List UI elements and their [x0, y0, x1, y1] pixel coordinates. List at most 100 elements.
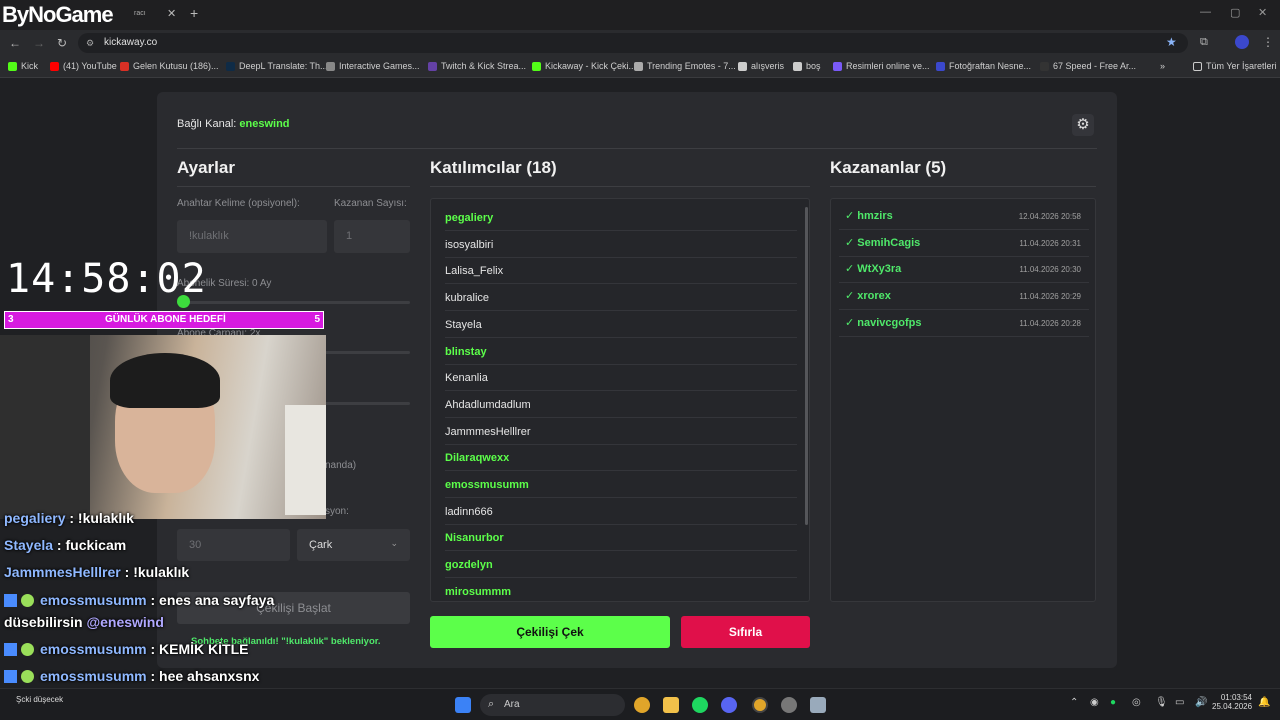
- bookmark-label: Twitch & Kick Strea...: [441, 61, 527, 71]
- file-explorer-icon[interactable]: [663, 697, 679, 713]
- winner-row: ✓ navivcgofps 11.04.2026 20:28: [839, 310, 1089, 337]
- channel-label: Bağlı Kanal:: [177, 118, 237, 130]
- chat-message: emossmusumm : KEMİK KİTLE: [4, 641, 248, 657]
- chrome-active-icon[interactable]: [752, 697, 768, 713]
- chat-username: emossmusumm: [40, 668, 147, 684]
- bookmark-item[interactable]: Resimleri online ve...: [833, 61, 930, 71]
- reset-button[interactable]: Sıfırla: [681, 616, 810, 648]
- sub-badge-icon: [21, 594, 34, 607]
- verified-badge-icon: [4, 670, 17, 683]
- bookmark-icon: [1040, 61, 1049, 71]
- participant-row: kubralice: [445, 285, 797, 312]
- start-icon[interactable]: [455, 697, 471, 713]
- bookmark-item[interactable]: Trending Emotes - 7...: [634, 61, 736, 71]
- tray-steam-icon[interactable]: ◎: [1132, 697, 1141, 708]
- bookmark-item[interactable]: 67 Speed - Free Ar...: [1040, 61, 1136, 71]
- discord-icon[interactable]: [721, 697, 737, 713]
- microphone-icon[interactable]: 🎙: [1155, 697, 1168, 708]
- maximize-icon[interactable]: ▢: [1230, 6, 1240, 19]
- tray-spotify-icon[interactable]: ●: [1110, 697, 1116, 708]
- profile-avatar[interactable]: [1235, 35, 1249, 49]
- background-door: [285, 405, 326, 515]
- new-tab-icon[interactable]: +: [190, 5, 198, 21]
- bookmark-item[interactable]: Interactive Games...: [326, 61, 420, 71]
- winner-row: ✓ SemihCagis 11.04.2026 20:31: [839, 230, 1089, 257]
- bookmark-label: Trending Emotes - 7...: [647, 61, 736, 71]
- chat-username: pegaliery: [4, 510, 66, 526]
- back-icon[interactable]: ←: [9, 36, 21, 50]
- animation-label: syon:: [325, 506, 349, 517]
- draw-giveaway-button[interactable]: Çekilişi Çek: [430, 616, 670, 648]
- obs-icon[interactable]: [781, 697, 797, 713]
- close-tab-icon[interactable]: ✕: [167, 7, 176, 20]
- participants-list[interactable]: pegaliery isosyalbiri Lalisa_Felix kubralic…: [430, 198, 810, 602]
- chrome-icon[interactable]: [634, 697, 650, 713]
- chat-message: düsebilirsin @eneswind: [4, 614, 164, 630]
- winners-divider: [830, 186, 1096, 187]
- mode-select[interactable]: Çark ⌄: [297, 529, 410, 561]
- settings-gear-icon[interactable]: ⚙: [1072, 114, 1094, 136]
- menu-icon[interactable]: ⋮: [1262, 35, 1274, 49]
- bookmark-item[interactable]: Twitch & Kick Strea...: [428, 61, 526, 71]
- participant-row: Ahdadlumdadlum: [445, 392, 797, 418]
- bookmark-label: Resimleri online ve...: [846, 61, 930, 71]
- bookmark-item[interactable]: Kickaway - Kick Çeki...: [532, 61, 636, 71]
- site-info-icon[interactable]: ⚙: [86, 38, 94, 49]
- duration-input[interactable]: 30: [177, 529, 290, 561]
- chat-message: emossmusumm : enes ana sayfaya: [4, 592, 274, 608]
- chat-message: JammmesHelllrer : !kulaklık: [4, 564, 189, 580]
- bookmark-item[interactable]: (41) YouTube: [50, 61, 117, 71]
- bookmark-label: Fotoğraftan Nesne...: [949, 61, 1032, 71]
- chevron-down-icon: ⌄: [390, 538, 398, 548]
- chat-username: emossmusumm: [40, 641, 147, 657]
- volume-icon[interactable]: 🔊: [1195, 697, 1207, 708]
- participant-row: mirosummm: [445, 579, 797, 601]
- bookmarks-bar: Kick (41) YouTube Gelen Kutusu (186)... Dee…: [0, 56, 1280, 78]
- bookmark-item[interactable]: Gelen Kutusu (186)...: [120, 61, 219, 71]
- tab-title[interactable]: racı: [134, 10, 146, 17]
- keyword-input[interactable]: !kulaklık: [177, 220, 327, 253]
- url-field[interactable]: [78, 33, 1188, 53]
- webcam-feed: [0, 335, 326, 519]
- taskbar-clock[interactable]: 01:03:54 25.04.2026: [1212, 693, 1252, 711]
- winner-date: 11.04.2026 20:31: [1019, 238, 1081, 248]
- bookmark-icon: [738, 61, 747, 71]
- bookmark-item[interactable]: boş: [793, 61, 821, 71]
- notification-bell-icon[interactable]: 🔔: [1258, 697, 1270, 708]
- stream-clock: 14:58:02: [6, 256, 207, 302]
- participants-scrollbar[interactable]: [805, 207, 808, 525]
- winner-row: ✓ WtXy3ra 11.04.2026 20:30: [839, 256, 1089, 284]
- bookmark-label: Gelen Kutusu (186)...: [133, 61, 219, 71]
- winners-list: ✓ hmzirs 12.04.2026 20:58 ✓ SemihCagis 11.0…: [830, 198, 1096, 602]
- forward-icon[interactable]: →: [33, 36, 45, 50]
- network-icon[interactable]: ▭: [1175, 697, 1184, 708]
- reload-icon[interactable]: ↻: [57, 36, 67, 50]
- chat-text: : fuckicam: [53, 537, 127, 553]
- bookmark-label: Kickaway - Kick Çeki...: [545, 61, 637, 71]
- tray-chevron-icon[interactable]: ⌃: [1070, 697, 1078, 708]
- chat-text: : enes ana sayfaya: [146, 592, 275, 608]
- taskbar-search[interactable]: ⌕ Ara: [480, 694, 625, 716]
- minimize-icon[interactable]: —: [1200, 6, 1211, 18]
- participants-divider: [430, 186, 810, 187]
- bookmark-item[interactable]: Kick: [8, 61, 38, 71]
- bookmark-icon: [226, 61, 235, 71]
- close-window-icon[interactable]: ✕: [1258, 6, 1267, 19]
- verified-badge-icon: [4, 594, 17, 607]
- all-bookmarks[interactable]: Tüm Yer İşaretleri: [1193, 61, 1277, 71]
- spotify-icon[interactable]: [692, 697, 708, 713]
- more-bookmarks-icon[interactable]: »: [1160, 61, 1165, 71]
- star-icon[interactable]: ★: [1166, 35, 1177, 49]
- bookmark-icon: [532, 61, 541, 71]
- taskbar-notification[interactable]: Şcki düşecek: [2, 692, 90, 716]
- bookmark-item[interactable]: alışveris: [738, 61, 784, 71]
- winners-count-input[interactable]: 1: [334, 220, 410, 253]
- bookmark-item[interactable]: Fotoğraftan Nesne...: [936, 61, 1031, 71]
- bookmark-label: 67 Speed - Free Ar...: [1053, 61, 1137, 71]
- chat-message: pegaliery : !kulaklık: [4, 510, 134, 526]
- sub-duration-slider[interactable]: [177, 301, 410, 304]
- tray-discord-icon[interactable]: ◉: [1090, 697, 1099, 708]
- bookmark-item[interactable]: DeepL Translate: Th...: [226, 61, 328, 71]
- extensions-icon[interactable]: ⧉: [1200, 36, 1208, 49]
- app-icon[interactable]: [810, 697, 826, 713]
